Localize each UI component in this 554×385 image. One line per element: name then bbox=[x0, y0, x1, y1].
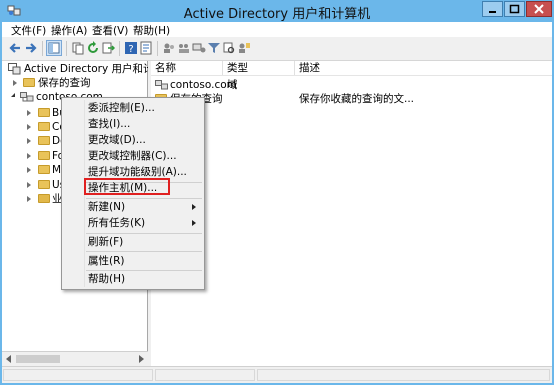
window-title: Active Directory 用户和计算机 bbox=[183, 7, 371, 22]
close-icon bbox=[534, 4, 544, 14]
folder-icon bbox=[38, 122, 50, 131]
menu-item-all-tasks[interactable]: 所有任务(K) bbox=[64, 216, 202, 231]
status-segment bbox=[3, 369, 153, 381]
menu-item-change-domain[interactable]: 更改域(D)... bbox=[64, 133, 202, 148]
toolbar-separator bbox=[42, 41, 43, 56]
tree-item-managed-service[interactable]: Ma bbox=[6, 163, 68, 177]
ou-folder-icon bbox=[38, 194, 50, 203]
menu-item-operations-masters[interactable]: 操作主机(M)... bbox=[64, 181, 202, 196]
folder-icon bbox=[38, 151, 50, 160]
expand-arrow-icon[interactable] bbox=[27, 124, 31, 130]
status-bar bbox=[2, 366, 552, 383]
menu-separator bbox=[86, 270, 202, 271]
tree-item-ou[interactable]: 业 bbox=[6, 192, 64, 206]
refresh-icon[interactable] bbox=[86, 41, 100, 55]
toolbar-separator bbox=[157, 41, 158, 56]
title-bar[interactable]: Active Directory 用户和计算机 bbox=[0, 0, 554, 22]
menu-item-refresh[interactable]: 刷新(F) bbox=[64, 235, 202, 250]
svg-text:?: ? bbox=[128, 44, 133, 55]
help-icon[interactable]: ? bbox=[124, 41, 138, 55]
expand-arrow-icon[interactable] bbox=[27, 167, 31, 173]
tree-item-label: 保存的查询 bbox=[38, 77, 91, 89]
users-icon[interactable] bbox=[162, 41, 176, 55]
menu-item-change-dc[interactable]: 更改域控制器(C)... bbox=[64, 149, 202, 164]
list-row[interactable]: contoso.com 域 bbox=[151, 78, 552, 92]
tree-horizontal-scrollbar[interactable] bbox=[2, 351, 148, 366]
folder-icon bbox=[38, 136, 50, 145]
expand-arrow-icon[interactable] bbox=[27, 196, 31, 202]
copy-icon[interactable] bbox=[71, 41, 85, 55]
column-header-name[interactable]: 名称 bbox=[151, 61, 223, 75]
tree-item-users[interactable]: Us bbox=[6, 178, 65, 192]
menu-item-delegate-control[interactable]: 委派控制(E)... bbox=[64, 101, 202, 116]
menu-separator bbox=[86, 233, 202, 234]
menu-file[interactable]: 文件(F) bbox=[11, 23, 46, 38]
export-list-icon[interactable] bbox=[101, 41, 115, 55]
status-segment bbox=[155, 369, 255, 381]
scrollbar-thumb[interactable] bbox=[16, 355, 60, 363]
find-icon[interactable] bbox=[222, 41, 236, 55]
back-arrow-icon[interactable] bbox=[8, 41, 22, 55]
toolbar-separator bbox=[119, 41, 120, 56]
submenu-arrow-icon bbox=[192, 220, 196, 226]
menu-item-new[interactable]: 新建(N) bbox=[64, 200, 202, 215]
show-tree-icon[interactable] bbox=[46, 40, 62, 56]
folder-icon bbox=[38, 165, 50, 174]
app-window: Active Directory 用户和计算机 文件(F) 操作(A) 查看(V… bbox=[0, 0, 554, 385]
expand-arrow-icon[interactable] bbox=[27, 182, 31, 188]
context-menu: 委派控制(E)... 查找(I)... 更改域(D)... 更改域控制器(C).… bbox=[61, 97, 205, 290]
expand-arrow-icon[interactable] bbox=[13, 80, 17, 86]
folder-icon bbox=[38, 108, 50, 117]
menu-action[interactable]: 操作(A) bbox=[51, 23, 87, 38]
menu-item-help[interactable]: 帮助(H) bbox=[64, 272, 202, 287]
tree-item-foreign-security[interactable]: Fo bbox=[6, 149, 64, 163]
column-header-description[interactable]: 描述 bbox=[295, 61, 552, 75]
tree-item-saved-queries[interactable]: 保存的查询 bbox=[6, 76, 148, 90]
list-pane[interactable]: 名称 类型 描述 contoso.com 域 保存的查询 保存你收藏的查询的文.… bbox=[151, 61, 552, 366]
menu-separator bbox=[86, 198, 202, 199]
forward-arrow-icon[interactable] bbox=[24, 41, 38, 55]
domain-icon bbox=[155, 80, 168, 90]
column-header-type[interactable]: 类型 bbox=[223, 61, 295, 75]
expand-arrow-icon[interactable] bbox=[27, 110, 31, 116]
toolbar: ? bbox=[2, 37, 552, 61]
maximize-icon bbox=[509, 4, 520, 14]
properties-icon[interactable] bbox=[139, 41, 153, 55]
expand-arrow-icon[interactable] bbox=[27, 153, 31, 159]
toolbar-separator bbox=[66, 41, 67, 56]
add-to-group-icon[interactable] bbox=[237, 41, 251, 55]
menu-separator bbox=[86, 251, 202, 252]
scroll-right-icon[interactable] bbox=[139, 355, 144, 363]
minimize-icon bbox=[489, 11, 496, 13]
menu-help[interactable]: 帮助(H) bbox=[133, 23, 170, 38]
menu-item-raise-functional-level[interactable]: 提升域功能级别(A)... bbox=[64, 165, 202, 180]
group-icon[interactable] bbox=[177, 41, 191, 55]
close-button[interactable] bbox=[526, 1, 552, 17]
menu-item-properties[interactable]: 属性(R) bbox=[64, 254, 202, 269]
ad-console-icon bbox=[8, 63, 21, 75]
tree-item-builtin[interactable]: Bu bbox=[6, 106, 66, 120]
row-type: 域 bbox=[227, 79, 238, 91]
minimize-button[interactable] bbox=[482, 1, 503, 17]
status-segment bbox=[257, 369, 550, 381]
folder-icon bbox=[38, 180, 50, 189]
maximize-button[interactable] bbox=[504, 1, 525, 17]
folder-icon bbox=[23, 78, 35, 87]
list-header: 名称 类型 描述 bbox=[151, 61, 552, 76]
collapse-arrow-icon[interactable] bbox=[11, 93, 15, 97]
tree-root[interactable]: Active Directory 用户和计算机 bbox=[6, 62, 175, 76]
scroll-left-icon[interactable] bbox=[6, 355, 11, 363]
menu-view[interactable]: 查看(V) bbox=[92, 23, 128, 38]
computer-icon[interactable] bbox=[192, 41, 206, 55]
tree-item-domain-controllers[interactable]: Do bbox=[6, 134, 67, 148]
submenu-arrow-icon bbox=[192, 204, 196, 210]
domain-icon bbox=[20, 92, 34, 102]
menu-item-find[interactable]: 查找(I)... bbox=[64, 117, 202, 132]
tree-item-computers[interactable]: Co bbox=[6, 120, 66, 134]
filter-icon[interactable] bbox=[207, 41, 221, 55]
expand-arrow-icon[interactable] bbox=[27, 138, 31, 144]
row-description: 保存你收藏的查询的文... bbox=[299, 93, 415, 105]
menu-bar: 文件(F) 操作(A) 查看(V) 帮助(H) bbox=[2, 22, 552, 37]
list-row[interactable]: 保存的查询 保存你收藏的查询的文... bbox=[151, 92, 552, 106]
